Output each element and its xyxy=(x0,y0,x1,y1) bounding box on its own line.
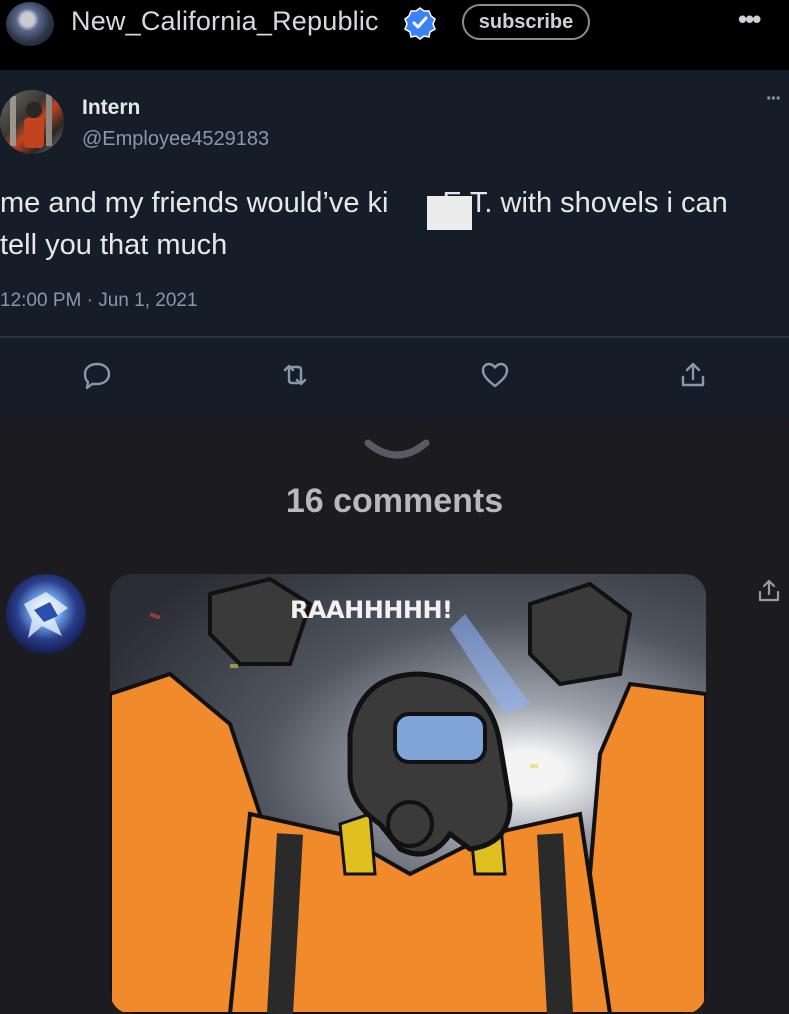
like-icon xyxy=(481,362,509,388)
meme-caption: RAAHHHHH! xyxy=(290,596,453,624)
commenter-avatar[interactable] xyxy=(6,574,86,654)
tweet-handle: @Employee4529183 xyxy=(82,128,270,150)
reply-icon xyxy=(83,362,111,390)
comment-share-icon[interactable] xyxy=(756,578,782,604)
community-name[interactable]: New_California_Republic xyxy=(71,6,379,37)
tweet-display-name: Intern xyxy=(82,96,141,119)
top-bar: New_California_Republic subscribe ••• xyxy=(0,0,789,70)
tweet-author-avatar xyxy=(0,90,64,154)
tweet-more-icon: ··· xyxy=(766,88,782,110)
comment-image[interactable]: RAAHHHHH! xyxy=(110,574,706,1014)
verified-badge-icon xyxy=(404,7,436,40)
retweet-icon xyxy=(283,364,307,386)
divider xyxy=(0,336,789,338)
embedded-tweet: Intern @Employee4529183 ··· me and my fr… xyxy=(0,70,789,420)
tweet-text: me and my friends would’ve ki E.T. with … xyxy=(0,182,760,266)
tweet-timestamp: 12:00 PM · Jun 1, 2021 xyxy=(0,290,198,311)
more-options-icon[interactable]: ••• xyxy=(738,4,761,35)
community-avatar[interactable] xyxy=(6,2,54,46)
meme-drawing xyxy=(110,576,706,1014)
comments-section: 16 comments RAAHHHHH! xyxy=(0,420,789,1014)
chevron-down-icon[interactable] xyxy=(364,437,430,463)
subscribe-button[interactable]: subscribe xyxy=(462,4,590,40)
comments-count: 16 comments xyxy=(285,482,504,520)
redaction-box xyxy=(427,196,472,230)
share-icon xyxy=(681,362,705,387)
tweet-text-part1: me and my friends would’ve ki xyxy=(0,187,389,219)
